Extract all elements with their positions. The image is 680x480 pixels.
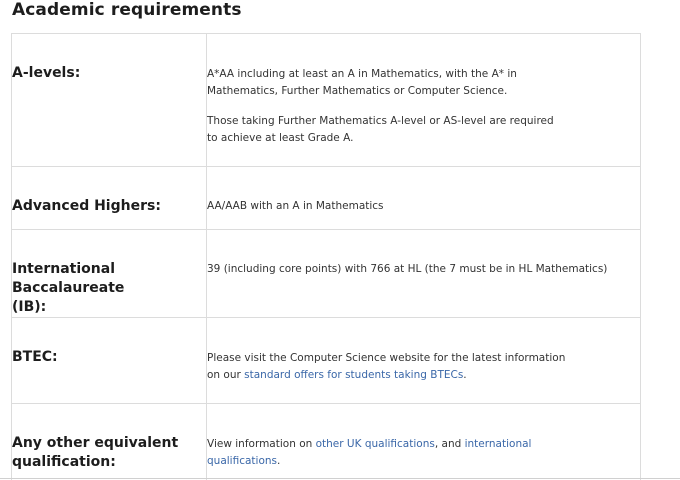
table-row-a-levels: A-levels: A*AA including at least an A i… — [11, 33, 641, 167]
row-label-text: qualification: — [12, 454, 116, 470]
row-label-text: BTEC: — [12, 349, 58, 365]
value-paragraph: Those taking Further Mathematics A-level… — [207, 113, 640, 147]
value-paragraph: AA/AAB with an A in Mathematics — [207, 200, 384, 212]
value-paragraph: A*AA including at least an A in Mathemat… — [207, 66, 640, 100]
value-line: to achieve at least Grade A. — [207, 132, 354, 144]
table-row-btec: BTEC: Please visit the Computer Science … — [11, 317, 641, 404]
row-label-text: (IB): — [12, 299, 47, 315]
value-line: Mathematics, Further Mathematics or Comp… — [207, 85, 508, 97]
row-value: Please visit the Computer Science websit… — [206, 317, 641, 404]
page: Academic requirements A-levels: A*AA inc… — [0, 0, 680, 480]
value-line: A*AA including at least an A in Mathemat… — [207, 68, 517, 80]
row-label: Advanced Highers: — [11, 166, 207, 230]
value-line: Please visit the Computer Science websit… — [207, 352, 566, 364]
bottom-divider — [0, 478, 680, 479]
value-text: View information on — [207, 438, 316, 450]
value-text: on our — [207, 369, 245, 381]
table-row-ib: International Baccalaureate (IB): 39 (in… — [11, 229, 641, 318]
value-paragraph: 39 (including core points) with 766 at H… — [207, 263, 608, 275]
row-label: BTEC: — [11, 317, 207, 404]
requirements-table: A-levels: A*AA including at least an A i… — [11, 33, 641, 480]
btec-offers-link[interactable]: standard offers for students taking BTEC… — [244, 369, 463, 381]
row-label-text: Any other equivalent — [12, 435, 179, 451]
value-text: . — [277, 455, 281, 467]
value-paragraph: View information on other UK qualificati… — [207, 436, 640, 470]
value-line: Those taking Further Mathematics A-level… — [207, 115, 554, 127]
row-label: A-levels: — [11, 33, 207, 167]
table-row-advanced-highers: Advanced Highers: AA/AAB with an A in Ma… — [11, 166, 641, 230]
row-value: AA/AAB with an A in Mathematics — [206, 166, 641, 230]
row-label-text: A-levels: — [12, 65, 81, 81]
row-label: International Baccalaureate (IB): — [11, 229, 207, 318]
row-label-text: International Baccalaureate — [12, 261, 125, 296]
row-label: Any other equivalent qualification: — [11, 403, 207, 480]
international-qualifications-link[interactable]: qualifications — [207, 455, 277, 467]
value-text: . — [463, 369, 467, 381]
row-value: 39 (including core points) with 766 at H… — [206, 229, 641, 318]
table-row-other-qualifications: Any other equivalent qualification: View… — [11, 403, 641, 480]
international-qualifications-link[interactable]: international — [465, 438, 532, 450]
uk-qualifications-link[interactable]: other UK qualifications — [316, 438, 435, 450]
row-value: A*AA including at least an A in Mathemat… — [206, 33, 641, 167]
row-label-text: Advanced Highers: — [12, 198, 161, 214]
value-text: , and — [434, 438, 465, 450]
section-heading: Academic requirements — [12, 0, 242, 20]
row-value: View information on other UK qualificati… — [206, 403, 641, 480]
value-paragraph: Please visit the Computer Science websit… — [207, 350, 640, 384]
